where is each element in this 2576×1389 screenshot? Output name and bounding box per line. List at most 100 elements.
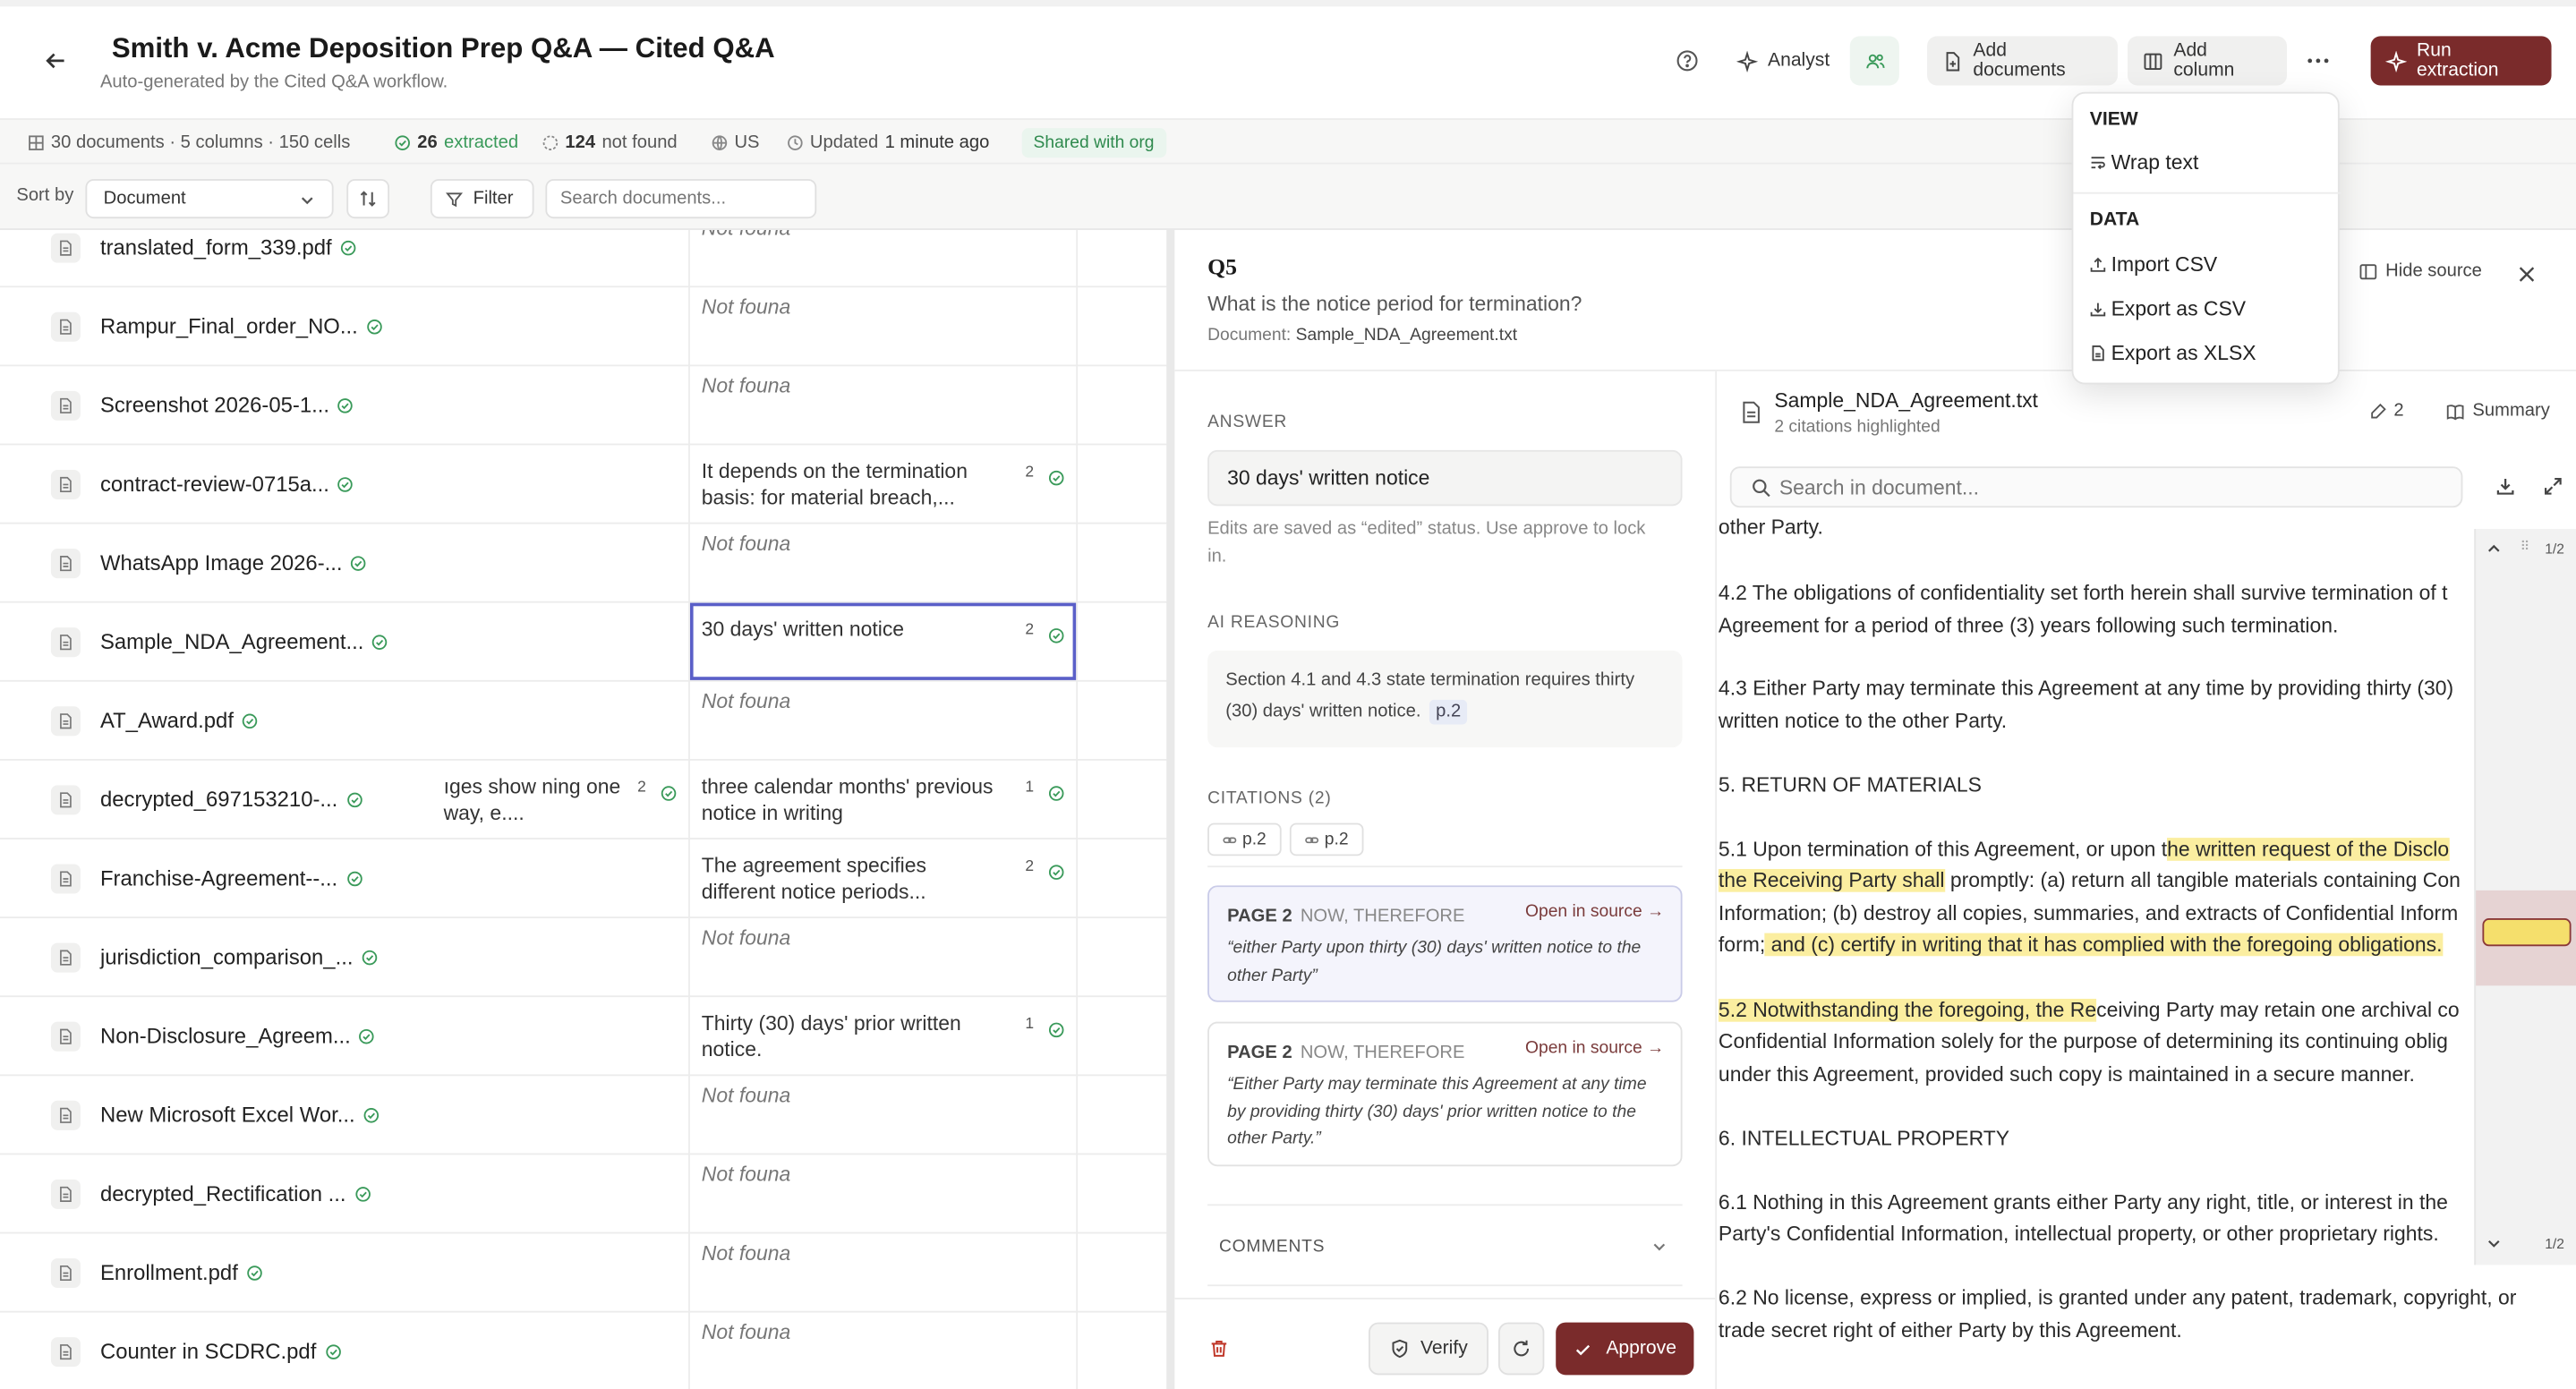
table-row[interactable]: Non-Disclosure_Agreem... Thirty (30) days… bbox=[0, 997, 1169, 1077]
citation-count-badge: 1 bbox=[1025, 779, 1035, 797]
answer-input[interactable] bbox=[1207, 449, 1683, 507]
close-icon[interactable] bbox=[2517, 265, 2537, 285]
file-plus-icon bbox=[1942, 50, 1964, 72]
reasoning-page-ref[interactable]: p.2 bbox=[1429, 699, 1468, 725]
expand-icon[interactable] bbox=[2543, 476, 2563, 496]
trash-icon[interactable] bbox=[1209, 1339, 1229, 1359]
hide-source-button[interactable]: Hide source bbox=[2359, 261, 2482, 281]
table-row[interactable]: decrypted_697153210-... ıges show ning on… bbox=[0, 761, 1169, 839]
question-id: Q5 bbox=[1207, 256, 1237, 281]
document-name[interactable]: Rampur_Final_order_NO... bbox=[100, 314, 382, 338]
doc-highlight[interactable]: 5.2 Notwithstanding the foregoing, the R… bbox=[1718, 998, 2097, 1022]
table-row[interactable]: Rampur_Final_order_NO... Not founa bbox=[0, 287, 1169, 367]
more-options-icon[interactable] bbox=[2302, 47, 2335, 73]
filter-button[interactable]: Filter bbox=[430, 179, 534, 219]
back-arrow-icon[interactable] bbox=[43, 47, 69, 73]
document-icon bbox=[50, 627, 81, 658]
summary-button[interactable]: Summary bbox=[2446, 401, 2550, 421]
import-csv-item[interactable]: Import CSV bbox=[2090, 253, 2217, 276]
table-row[interactable]: translated_form_339.pdf Not founa bbox=[0, 230, 1169, 288]
document-name[interactable]: decrypted_Rectification ... bbox=[100, 1181, 371, 1206]
open-in-source-link[interactable]: Open in source → bbox=[1525, 902, 1664, 922]
citation-count-button[interactable]: 2 bbox=[2369, 401, 2404, 421]
help-icon[interactable] bbox=[1676, 49, 1699, 72]
export-csv-item[interactable]: Export as CSV bbox=[2090, 297, 2246, 320]
chevron-up-icon[interactable] bbox=[2486, 541, 2502, 557]
table-row[interactable]: contract-review-0715a... It depends on th… bbox=[0, 445, 1169, 524]
verify-button[interactable]: Verify bbox=[1368, 1322, 1488, 1376]
table-row[interactable]: New Microsoft Excel Wor... Not founa bbox=[0, 1076, 1169, 1155]
document-name[interactable]: decrypted_697153210-... bbox=[100, 787, 363, 812]
wrap-text-item[interactable]: Wrap text bbox=[2090, 151, 2198, 175]
citation-count-badge: 1 bbox=[1025, 1015, 1035, 1034]
download-icon[interactable] bbox=[2495, 476, 2515, 496]
comments-section[interactable]: COMMENTS bbox=[1207, 1204, 1683, 1287]
meta-updated-prefix: Updated bbox=[809, 132, 879, 153]
citation-card[interactable]: PAGE 2 NOW, THEREFORE Open in source → “E… bbox=[1207, 1021, 1683, 1167]
add-documents-button[interactable]: Add documents bbox=[1927, 36, 2118, 86]
collaborators-button[interactable] bbox=[1849, 36, 1899, 86]
document-name[interactable]: Sample_NDA_Agreement... bbox=[100, 629, 388, 654]
document-name[interactable]: Franchise-Agreement--... bbox=[100, 865, 363, 890]
citation-chip[interactable]: p.2 bbox=[1289, 822, 1364, 856]
document-name[interactable]: AT_Award.pdf bbox=[100, 708, 259, 733]
doc-line: 5.1 Upon termination of this Agreement, … bbox=[1719, 834, 2450, 866]
page-minimap[interactable]: ⠿ 1/2 1/2 bbox=[2474, 529, 2576, 1265]
doc-highlight[interactable]: the Receiving Party shall bbox=[1718, 868, 1944, 892]
reasoning-box: Section 4.1 and 4.3 state termination re… bbox=[1207, 650, 1683, 748]
doc-highlight[interactable]: he written request of the Disclo bbox=[2167, 838, 2450, 861]
document-name[interactable]: jurisdiction_comparison_... bbox=[100, 944, 378, 969]
panel-splitter[interactable] bbox=[1166, 229, 1175, 1389]
document-name[interactable]: Screenshot 2026-05-1... bbox=[100, 393, 354, 417]
citation-card[interactable]: PAGE 2 NOW, THEREFORE Open in source → “e… bbox=[1207, 885, 1683, 1002]
run-extraction-button[interactable]: Run extraction bbox=[2370, 36, 2552, 86]
table-row[interactable]: decrypted_Rectification ... Not founa bbox=[0, 1155, 1169, 1234]
table-row[interactable]: Franchise-Agreement--... The agreement sp… bbox=[0, 839, 1169, 919]
document-name[interactable]: Enrollment.pdf bbox=[100, 1260, 262, 1284]
open-in-source-link[interactable]: Open in source → bbox=[1525, 1038, 1664, 1058]
sort-direction-button[interactable] bbox=[346, 179, 390, 219]
viewer-search[interactable] bbox=[1729, 466, 2463, 508]
sort-select[interactable]: Document bbox=[85, 179, 334, 219]
check-circle-icon bbox=[372, 631, 388, 650]
previous-column-cell[interactable]: ıges show ning one way, e.... bbox=[444, 774, 625, 827]
doc-line: Party's Confidential Information, intell… bbox=[1718, 1222, 2439, 1246]
document-name[interactable]: Counter in SCDRC.pdf bbox=[100, 1339, 341, 1363]
document-name[interactable]: New Microsoft Excel Wor... bbox=[100, 1103, 380, 1127]
document-name[interactable]: translated_form_339.pdf bbox=[100, 234, 356, 260]
check-circle-icon bbox=[1048, 780, 1064, 801]
chevron-down-icon[interactable] bbox=[2486, 1235, 2502, 1251]
document-name[interactable]: Non-Disclosure_Agreem... bbox=[100, 1024, 375, 1048]
analyst-button[interactable]: Analyst bbox=[1722, 36, 1845, 85]
table-row[interactable]: jurisdiction_comparison_... Not founa bbox=[0, 918, 1169, 998]
export-csv-label: Export as CSV bbox=[2111, 297, 2247, 320]
doc-line: Information; (b) destroy all copies, sum… bbox=[1718, 901, 2459, 925]
drag-handle-icon: ⠿ bbox=[2520, 539, 2530, 554]
table-row[interactable]: AT_Award.pdf Not founa bbox=[0, 682, 1169, 761]
table-row[interactable]: Sample_NDA_Agreement... 30 days' written … bbox=[0, 602, 1169, 682]
viewer-search-input[interactable] bbox=[1778, 473, 2437, 503]
clock-icon bbox=[787, 135, 803, 151]
regenerate-button[interactable] bbox=[1497, 1322, 1545, 1376]
citation-section: NOW, THEREFORE bbox=[1300, 907, 1465, 927]
page-title: Smith v. Acme Deposition Prep Q&A — Cite… bbox=[111, 32, 775, 64]
doc-highlight[interactable]: and (c) certify in writing that it has c… bbox=[1765, 933, 2443, 957]
export-xlsx-item[interactable]: Export as XLSX bbox=[2090, 342, 2256, 364]
answer-cell-text: Thirty (30) days' prior written notice. bbox=[701, 1011, 961, 1061]
document-name[interactable]: contract-review-0715a... bbox=[100, 472, 354, 496]
table-row[interactable]: Screenshot 2026-05-1... Not founa bbox=[0, 366, 1169, 446]
document-icon bbox=[50, 390, 81, 421]
question-document: Document: Sample_NDA_Agreement.txt bbox=[1207, 325, 1517, 345]
table-row[interactable]: WhatsApp Image 2026-... Not founa bbox=[0, 524, 1169, 603]
search-documents-input[interactable] bbox=[545, 179, 817, 219]
minimap-highlight[interactable] bbox=[2482, 918, 2572, 947]
citation-chip[interactable]: p.2 bbox=[1207, 822, 1282, 856]
document-icon bbox=[50, 864, 81, 894]
approve-button[interactable]: Approve bbox=[1556, 1322, 1694, 1376]
search-icon bbox=[1752, 478, 1771, 498]
document-name[interactable]: WhatsApp Image 2026-... bbox=[100, 550, 367, 575]
document-icon bbox=[50, 1257, 81, 1289]
table-row[interactable]: Enrollment.pdf Not founa bbox=[0, 1233, 1169, 1313]
add-column-button[interactable]: Add column bbox=[2127, 36, 2288, 86]
table-row[interactable]: Counter in SCDRC.pdf Not founa bbox=[0, 1313, 1168, 1389]
